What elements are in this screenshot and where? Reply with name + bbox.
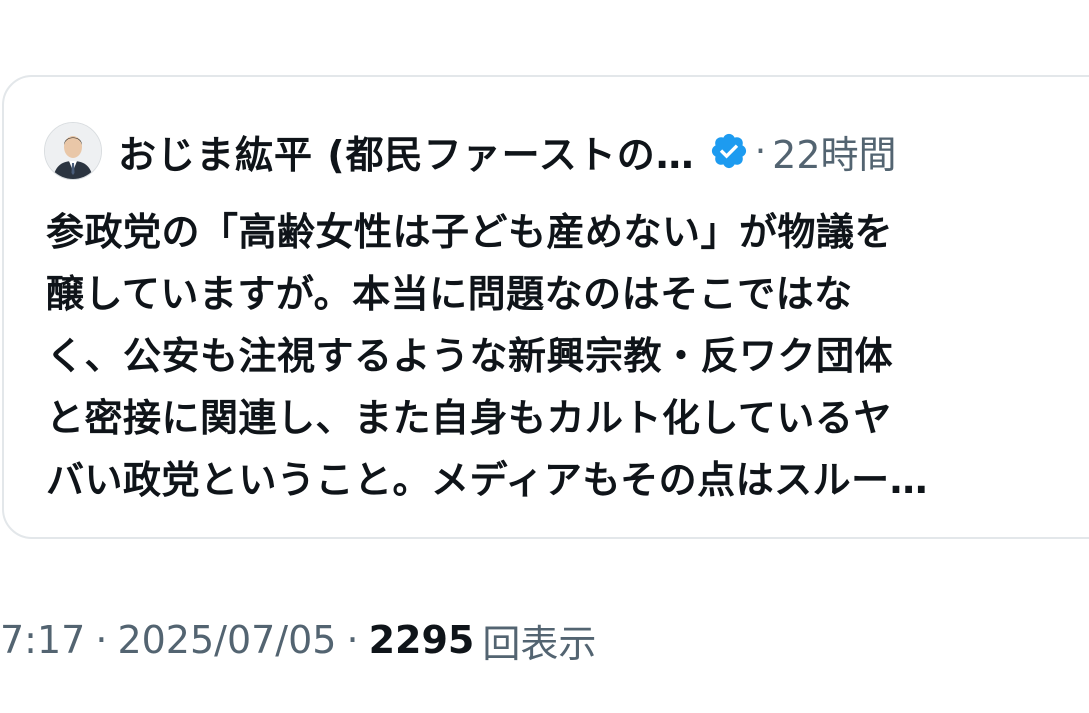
post-date[interactable]: 2025/07/05	[117, 618, 336, 662]
post-meta-row: 7:17 · 2025/07/05 · 2295 回表示	[0, 610, 596, 670]
views-label: 回表示	[482, 621, 597, 666]
meta-separator: ·	[95, 618, 108, 662]
post-time[interactable]: 7:17	[0, 618, 85, 662]
views-count[interactable]: 2295	[369, 618, 475, 662]
verified-badge-icon	[711, 133, 746, 169]
quoted-text-line: 醸していますが。本当に問題なのはそこではな	[46, 272, 853, 316]
author-avatar[interactable]	[44, 122, 102, 180]
quoted-post-header: おじま紘平 (都民ファーストの… · 22時間	[44, 121, 897, 181]
time-ago[interactable]: 22時間	[772, 124, 896, 179]
quoted-text-line: と密接に関連し、また自身もカルト化しているヤ	[46, 396, 892, 440]
quoted-text-line: バい政党ということ。メディアもその点はスルー…	[46, 458, 929, 502]
author-name[interactable]: おじま紘平 (都民ファーストの…	[118, 124, 695, 179]
quoted-text-line: く、公安も注視するような新興宗教・反ワク団体	[46, 334, 894, 378]
meta-separator: ·	[346, 618, 359, 662]
quoted-text-line: 参政党の「高齢女性は子ども産めない」が物議を	[46, 210, 894, 254]
quoted-post-text: 参政党の「高齢女性は子ども産めない」が物議を 醸していますが。本当に問題なのはそ…	[46, 201, 1046, 511]
quoted-post-card[interactable]: おじま紘平 (都民ファーストの… · 22時間 参政党の「高齢女性は子ども産めな…	[2, 75, 1089, 539]
header-separator: ·	[754, 130, 767, 172]
